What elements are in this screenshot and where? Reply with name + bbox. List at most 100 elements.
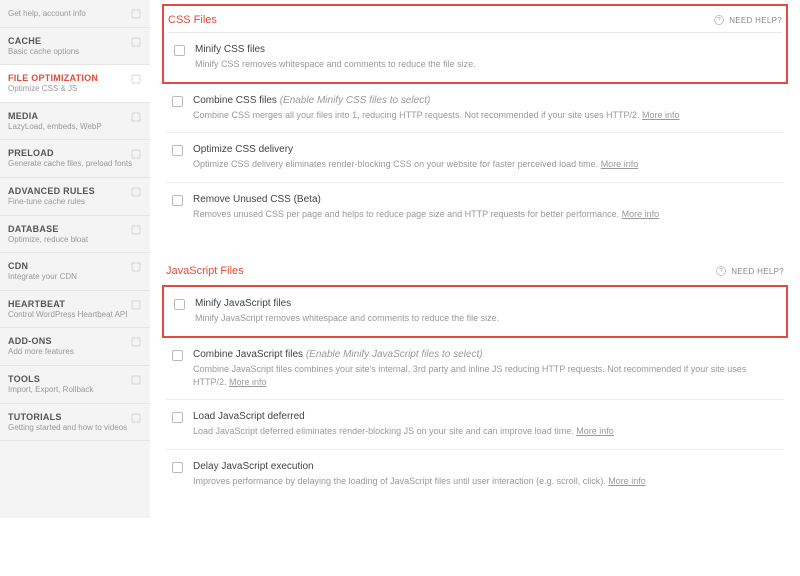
sidebar-item-tutorials[interactable]: TUTORIALSGetting started and how to vide… bbox=[0, 404, 150, 442]
sidebar-item-tools[interactable]: TOOLSImport, Export, Rollback bbox=[0, 366, 150, 404]
sidebar-item-title: TUTORIALS bbox=[8, 412, 142, 422]
sidebar-item-icon bbox=[130, 336, 142, 348]
sidebar-item-icon bbox=[130, 8, 142, 20]
sidebar-item-icon bbox=[130, 36, 142, 48]
sidebar-item-title: CDN bbox=[8, 261, 142, 271]
delay-js-title: Delay JavaScript execution bbox=[193, 461, 778, 472]
sidebar-item-database[interactable]: DATABASEOptimize, reduce bloat bbox=[0, 216, 150, 254]
sidebar-item-sub: Getting started and how to videos bbox=[8, 423, 142, 433]
js-section-title: JavaScript Files bbox=[166, 265, 244, 277]
js-section-header-wrap: JavaScript Files NEED HELP? bbox=[162, 257, 788, 283]
combine-js-title: Combine JavaScript files bbox=[193, 349, 306, 360]
combine-js-checkbox[interactable] bbox=[172, 350, 183, 361]
delay-js-row[interactable]: Delay JavaScript execution Improves perf… bbox=[166, 450, 784, 499]
css-section-highlight: CSS Files NEED HELP? Minify CSS files Mi… bbox=[162, 4, 788, 84]
minify-css-desc: Minify CSS removes whitespace and commen… bbox=[195, 58, 776, 71]
sidebar-item-sub: Optimize CSS & JS bbox=[8, 84, 142, 94]
need-help-label: NEED HELP? bbox=[729, 16, 782, 25]
css-section-header: CSS Files NEED HELP? bbox=[168, 6, 782, 33]
sidebar-item-cdn[interactable]: CDNIntegrate your CDN bbox=[0, 253, 150, 291]
optimize-css-row[interactable]: Optimize CSS delivery Optimize CSS deliv… bbox=[166, 133, 784, 183]
sidebar-item-icon bbox=[130, 73, 142, 85]
js-options-rest: Combine JavaScript files (Enable Minify … bbox=[162, 338, 788, 498]
sidebar-item-icon bbox=[130, 374, 142, 386]
sidebar-item-file-optimization[interactable]: FILE OPTIMIZATIONOptimize CSS & JS bbox=[0, 65, 150, 103]
sidebar-item-sub: Import, Export, Rollback bbox=[8, 385, 142, 395]
need-help-link[interactable]: NEED HELP? bbox=[713, 14, 782, 26]
need-help-link[interactable]: NEED HELP? bbox=[715, 265, 784, 277]
combine-js-desc: Combine JavaScript files combines your s… bbox=[193, 364, 746, 387]
minify-js-checkbox[interactable] bbox=[174, 299, 185, 310]
sidebar-item-add-ons[interactable]: ADD-ONSAdd more features bbox=[0, 328, 150, 366]
load-js-deferred-title: Load JavaScript deferred bbox=[193, 411, 778, 422]
load-js-deferred-desc: Load JavaScript deferred eliminates rend… bbox=[193, 426, 576, 436]
sidebar-item-sub: LazyLoad, embeds, WebP bbox=[8, 122, 142, 132]
sidebar-item-preload[interactable]: PRELOADGenerate cache files, preload fon… bbox=[0, 140, 150, 178]
delay-js-checkbox[interactable] bbox=[172, 462, 183, 473]
combine-css-row[interactable]: Combine CSS files (Enable Minify CSS fil… bbox=[166, 84, 784, 134]
css-options-rest: Combine CSS files (Enable Minify CSS fil… bbox=[162, 84, 788, 232]
remove-unused-css-desc: Removes unused CSS per page and helps to… bbox=[193, 209, 622, 219]
sidebar-item-title: PRELOAD bbox=[8, 148, 142, 158]
combine-js-hint: (Enable Minify JavaScript files to selec… bbox=[306, 349, 483, 360]
sidebar-item-heartbeat[interactable]: HEARTBEATControl WordPress Heartbeat API bbox=[0, 291, 150, 329]
sidebar-item-title: TOOLS bbox=[8, 374, 142, 384]
sidebar-item-sub: Control WordPress Heartbeat API bbox=[8, 310, 142, 320]
sidebar-item-sub: Integrate your CDN bbox=[8, 272, 142, 282]
css-section-title: CSS Files bbox=[168, 14, 217, 26]
sidebar-item-title: HEARTBEAT bbox=[8, 299, 142, 309]
sidebar-item-icon bbox=[130, 224, 142, 236]
minify-js-row[interactable]: Minify JavaScript files Minify JavaScrip… bbox=[168, 287, 782, 336]
more-info-link[interactable]: More info bbox=[576, 426, 614, 436]
remove-unused-css-title: Remove Unused CSS (Beta) bbox=[193, 194, 778, 205]
sidebar-item-sub: Fine-tune cache rules bbox=[8, 197, 142, 207]
more-info-link[interactable]: More info bbox=[608, 476, 646, 486]
sidebar-item-sub: Add more features bbox=[8, 347, 142, 357]
minify-css-row[interactable]: Minify CSS files Minify CSS removes whit… bbox=[168, 33, 782, 82]
combine-js-row[interactable]: Combine JavaScript files (Enable Minify … bbox=[166, 338, 784, 400]
more-info-link[interactable]: More info bbox=[229, 377, 267, 387]
combine-css-checkbox[interactable] bbox=[172, 96, 183, 107]
sidebar-item-icon bbox=[130, 111, 142, 123]
load-js-deferred-row[interactable]: Load JavaScript deferred Load JavaScript… bbox=[166, 400, 784, 450]
combine-css-hint: (Enable Minify CSS files to select) bbox=[280, 95, 431, 106]
sidebar: Get help, account info CACHEBasic cache o… bbox=[0, 0, 150, 518]
delay-js-desc: Improves performance by delaying the loa… bbox=[193, 476, 608, 486]
optimize-css-title: Optimize CSS delivery bbox=[193, 144, 778, 155]
remove-unused-css-row[interactable]: Remove Unused CSS (Beta) Removes unused … bbox=[166, 183, 784, 232]
help-icon bbox=[713, 14, 725, 26]
sidebar-item-media[interactable]: MEDIALazyLoad, embeds, WebP bbox=[0, 103, 150, 141]
sidebar-item-title: FILE OPTIMIZATION bbox=[8, 73, 142, 83]
js-section-highlight: Minify JavaScript files Minify JavaScrip… bbox=[162, 285, 788, 338]
sidebar-item-icon bbox=[130, 412, 142, 424]
minify-js-title: Minify JavaScript files bbox=[195, 298, 776, 309]
minify-css-checkbox[interactable] bbox=[174, 45, 185, 56]
more-info-link[interactable]: More info bbox=[601, 159, 639, 169]
sidebar-item-icon bbox=[130, 261, 142, 273]
sidebar-item-icon bbox=[130, 148, 142, 160]
more-info-link[interactable]: More info bbox=[642, 110, 680, 120]
more-info-link[interactable]: More info bbox=[622, 209, 660, 219]
need-help-label: NEED HELP? bbox=[731, 267, 784, 276]
minify-css-body: Minify CSS files Minify CSS removes whit… bbox=[195, 44, 776, 71]
minify-css-title: Minify CSS files bbox=[195, 44, 776, 55]
combine-css-desc: Combine CSS merges all your files into 1… bbox=[193, 110, 642, 120]
sidebar-item-advanced-rules[interactable]: ADVANCED RULESFine-tune cache rules bbox=[0, 178, 150, 216]
optimize-css-checkbox[interactable] bbox=[172, 145, 183, 156]
sidebar-item-sub: Optimize, reduce bloat bbox=[8, 235, 142, 245]
remove-unused-css-checkbox[interactable] bbox=[172, 195, 183, 206]
sidebar-item-help[interactable]: Get help, account info bbox=[0, 0, 150, 28]
combine-css-title: Combine CSS files bbox=[193, 95, 280, 106]
sidebar-item-title: DATABASE bbox=[8, 224, 142, 234]
sidebar-item-title: MEDIA bbox=[8, 111, 142, 121]
load-js-deferred-checkbox[interactable] bbox=[172, 412, 183, 423]
sidebar-item-sub: Generate cache files, preload fonts bbox=[8, 159, 142, 169]
sidebar-item-cache[interactable]: CACHEBasic cache options bbox=[0, 28, 150, 66]
main-content: CSS Files NEED HELP? Minify CSS files Mi… bbox=[150, 0, 800, 518]
help-icon bbox=[715, 265, 727, 277]
sidebar-item-icon bbox=[130, 186, 142, 198]
sidebar-item-icon bbox=[130, 299, 142, 311]
optimize-css-desc: Optimize CSS delivery eliminates render-… bbox=[193, 159, 601, 169]
sidebar-item-sub: Get help, account info bbox=[8, 9, 142, 19]
sidebar-item-title: ADD-ONS bbox=[8, 336, 142, 346]
